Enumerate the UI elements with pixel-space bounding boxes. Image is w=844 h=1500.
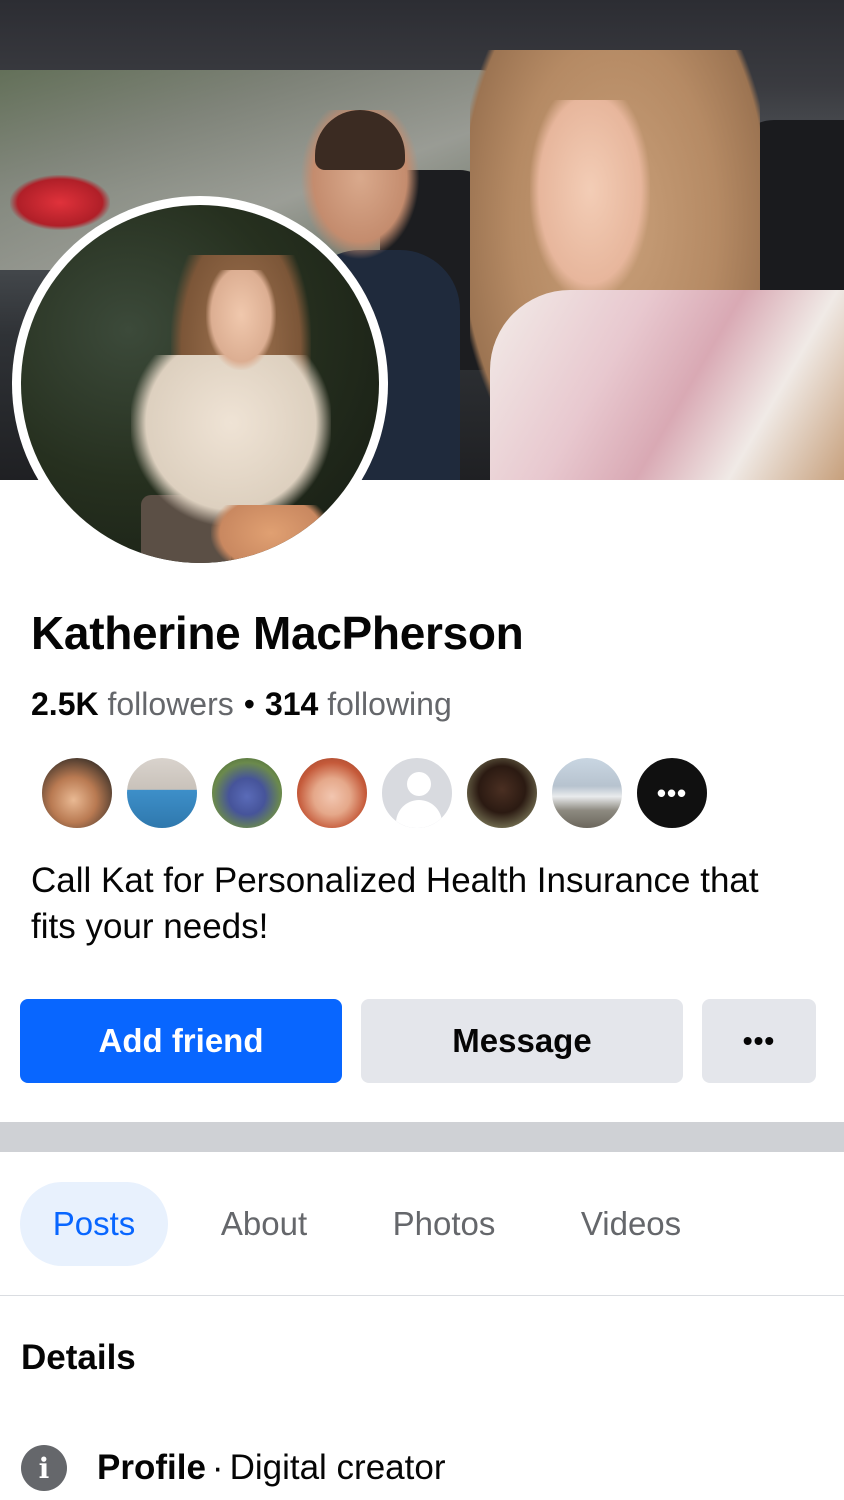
profile-bio: Call Kat for Personalized Health Insuran… xyxy=(31,861,759,946)
friend-avatar[interactable] xyxy=(550,756,624,830)
detail-value: Digital creator xyxy=(229,1448,446,1487)
cover-woman-face xyxy=(530,100,650,300)
stats-separator: • xyxy=(243,686,255,722)
followers-count: 2.5K xyxy=(31,686,99,722)
followers-label: followers xyxy=(107,686,234,722)
tab-about[interactable]: About xyxy=(196,1182,332,1266)
profile-photo xyxy=(21,205,379,563)
friend-avatar-default[interactable] xyxy=(380,756,454,830)
add-friend-button[interactable]: Add friend xyxy=(20,999,342,1083)
detail-label: Profile xyxy=(97,1448,206,1487)
friend-avatar[interactable] xyxy=(295,756,369,830)
photo-skirt xyxy=(211,505,331,563)
default-avatar-head xyxy=(407,772,431,796)
following-link[interactable]: 314 following xyxy=(265,686,452,722)
profile-name: Katherine MacPherson xyxy=(31,607,524,659)
default-avatar-shoulders xyxy=(396,800,442,828)
more-options-button[interactable]: ••• xyxy=(702,999,816,1083)
detail-separator: · xyxy=(211,1448,224,1487)
car-taillight xyxy=(10,175,110,230)
details-heading: Details xyxy=(21,1338,136,1377)
tab-photos[interactable]: Photos xyxy=(366,1182,522,1266)
tabs-divider xyxy=(0,1295,844,1296)
friend-avatar[interactable] xyxy=(210,756,284,830)
photo-face xyxy=(206,270,276,370)
section-divider xyxy=(0,1122,844,1152)
profile-tabs: Posts About Photos Videos xyxy=(0,1182,844,1266)
message-button[interactable]: Message xyxy=(361,999,683,1083)
tab-posts[interactable]: Posts xyxy=(20,1182,168,1266)
followers-link[interactable]: 2.5K followers xyxy=(31,686,234,722)
friend-avatar[interactable] xyxy=(40,756,114,830)
detail-row-profile: i Profile · Digital creator xyxy=(21,1440,446,1496)
tab-videos[interactable]: Videos xyxy=(556,1182,706,1266)
photo-sweater xyxy=(131,355,331,525)
cover-woman-body xyxy=(490,290,844,480)
more-friends-button[interactable]: ••• xyxy=(635,756,709,830)
info-icon: i xyxy=(21,1445,67,1491)
profile-picture[interactable] xyxy=(12,196,388,572)
follow-stats: 2.5K followers • 314 following xyxy=(31,686,452,723)
following-label: following xyxy=(327,686,452,722)
friend-avatar[interactable] xyxy=(125,756,199,830)
friend-avatar[interactable] xyxy=(465,756,539,830)
following-count: 314 xyxy=(264,686,319,722)
